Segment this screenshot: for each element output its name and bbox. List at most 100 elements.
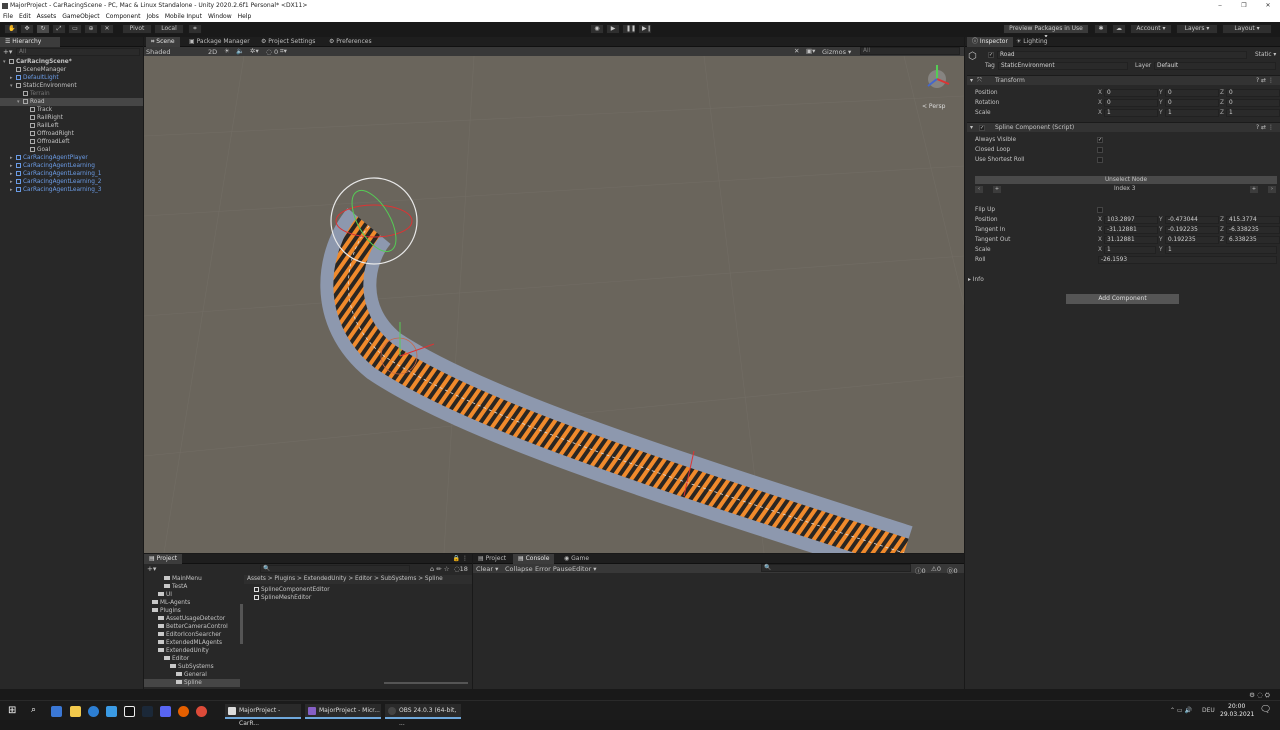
scene-search-input[interactable]: All [860,47,960,55]
scene-viewport[interactable]: < Persp [144,56,964,553]
windows-start-icon[interactable]: ⊞ [8,705,16,716]
fx-toggle-icon[interactable]: ✲▾ [250,47,259,55]
menu-edit[interactable]: Edit [19,12,31,22]
discord-icon[interactable] [160,706,171,717]
transform-y-field[interactable]: 0 [1165,89,1219,97]
task-view-icon[interactable] [51,706,62,717]
project-folder-item[interactable]: BetterCameraControl [144,623,240,631]
spline-node-z-field[interactable]: 415.3774 [1226,216,1280,224]
transform-z-field[interactable]: 1 [1226,109,1280,117]
hierarchy-item[interactable]: SceneManager [0,66,143,74]
tray-icons[interactable]: ⌃ ▭ 🔊 [1170,707,1192,714]
zoom-slider[interactable] [384,682,468,684]
step-button-icon[interactable]: ▶❙ [638,24,652,34]
edge-icon[interactable] [88,706,99,717]
firefox-icon[interactable] [178,706,189,717]
tree-scrollbar[interactable] [240,604,243,644]
tab-scene[interactable]: ⌗ Scene [146,37,180,47]
spline-node-y-field[interactable]: 0.192235 [1165,236,1219,244]
component-menu-icon[interactable]: ? ⇄ ⋮ [1256,123,1274,133]
hierarchy-item[interactable]: Goal [0,146,143,154]
hierarchy-item[interactable]: Terrain [0,90,143,98]
vscode-icon[interactable] [106,706,117,717]
project-search-input[interactable]: 🔍 [260,565,410,573]
tab-project-settings[interactable]: ⚙ Project Settings [256,37,320,47]
audio-toggle-icon[interactable]: 🔈 [236,47,244,55]
tab-lighting[interactable]: ☀ Lighting [1011,37,1053,47]
menu-jobs[interactable]: Jobs [146,12,158,22]
pivot-toggle[interactable]: Pivot [122,24,152,34]
tab-package-manager[interactable]: ▣ Package Manager [184,37,255,47]
closed-loop-checkbox[interactable] [1097,147,1103,153]
tools-icon[interactable]: ✕ [794,47,799,55]
project-folder-item[interactable]: MainMenu [144,575,240,583]
unity-hub-icon[interactable] [124,706,135,717]
account-dropdown[interactable]: Account ▾ [1130,24,1172,34]
taskbar-app-obs[interactable]: OBS 24.0.3 (64-bit, ... [385,704,461,727]
project-folder-item[interactable]: ML-Agents [144,599,240,607]
taskbar-app-unity[interactable]: MajorProject - CarR... [225,704,301,727]
clock-time[interactable]: 20:00 [1228,703,1245,710]
hierarchy-item[interactable]: ▾ CarRacingScene* [0,58,143,66]
script-file-item[interactable]: SplineComponentEditor [254,586,330,594]
layout-dropdown[interactable]: Layout ▾ [1222,24,1272,34]
project-folder-item[interactable]: Spline [144,679,240,687]
hierarchy-item[interactable]: ▸ CarRacingAgentPlayer [0,154,143,162]
active-checkbox[interactable]: ✓ [988,52,994,58]
status-icons[interactable]: ⚙ ◌ ⛭ [1249,691,1270,700]
layers-dropdown[interactable]: Layers ▾ [1176,24,1218,34]
cloud-icon[interactable]: ☁ [1112,24,1126,34]
spline-node-x-field[interactable]: 31.12881 [1104,236,1158,244]
local-toggle[interactable]: Local [154,24,184,34]
tab-inspector[interactable]: ⓘ Inspector [967,37,1013,47]
project-folder-item[interactable]: SubSystems [144,663,240,671]
transform-header[interactable]: ▾ ⤧ Transform ? ⇄ ⋮ [967,75,1280,85]
hierarchy-item[interactable]: ▸ CarRacingAgentLearning_3 [0,186,143,194]
spline-header[interactable]: ▾ ✓ Spline Component (Script) ? ⇄ ⋮ [967,122,1280,132]
insert-node-button[interactable]: + [1250,186,1258,193]
hand-tool-icon[interactable]: ✋ [4,24,18,34]
next-node-button[interactable]: › [1268,186,1276,193]
preview-packages-dropdown[interactable]: Preview Packages in Use ▾ [1003,24,1089,40]
tab-game[interactable]: ◉ Game [559,554,594,564]
lighting-toggle-icon[interactable]: ☀ [224,47,230,55]
project-folder-item[interactable]: Plugins [144,607,240,615]
project-folder-item[interactable]: AssetUsageDetector [144,615,240,623]
transform-z-field[interactable]: 0 [1226,89,1280,97]
spline-node-x-field[interactable]: -31.12881 [1104,226,1158,234]
hierarchy-item[interactable]: OffroadLeft [0,138,143,146]
console-search-input[interactable]: 🔍 [761,564,911,572]
rotate-tool-icon[interactable]: ↻ [36,24,50,34]
project-folder-item[interactable]: ExtendedUnity [144,647,240,655]
spline-node-z-field[interactable]: 6.338235 [1226,236,1280,244]
hierarchy-item[interactable]: RailLeft [0,122,143,130]
menu-file[interactable]: File [3,12,13,22]
hierarchy-item[interactable]: ▸ DefaultLight [0,74,143,82]
clear-dropdown[interactable]: Clear ▾ [476,565,498,573]
component-menu-icon[interactable]: ? ⇄ ⋮ [1256,76,1274,86]
tab-console[interactable]: ▤ Console [513,554,555,564]
transform-y-field[interactable]: 1 [1165,109,1219,117]
hierarchy-item[interactable]: ▾ Road [0,98,143,106]
tab-preferences[interactable]: ⚙ Preferences [324,37,377,47]
custom-tool-icon[interactable]: ✕ [100,24,114,34]
layer-dropdown[interactable]: Default [1154,62,1276,70]
transform-x-field[interactable]: 0 [1104,89,1158,97]
rect-tool-icon[interactable]: ▭ [68,24,82,34]
close-button[interactable]: ✕ [1256,0,1280,12]
menu-help[interactable]: Help [238,12,252,22]
project-folder-item[interactable]: UI [144,591,240,599]
collab-icon[interactable]: ◉ [590,24,604,34]
warning-count[interactable]: ⚠0 [931,565,941,573]
services-gear-icon[interactable]: ✱ [1094,24,1108,34]
info-foldout[interactable]: ▸ Info [968,277,984,283]
panel-menu-icon[interactable]: 🔒 ⋮ [453,554,468,564]
unselect-node-button[interactable]: Unselect Node [975,176,1277,184]
menu-window[interactable]: Window [208,12,232,22]
language-indicator[interactable]: DEU [1202,707,1215,714]
shortest-roll-checkbox[interactable] [1097,157,1103,163]
roll-field[interactable]: -26.1593 [1098,256,1277,264]
hierarchy-item[interactable]: RailRight [0,114,143,122]
project-folder-item[interactable]: EditorIconSearcher [144,631,240,639]
transform-x-field[interactable]: 0 [1104,99,1158,107]
